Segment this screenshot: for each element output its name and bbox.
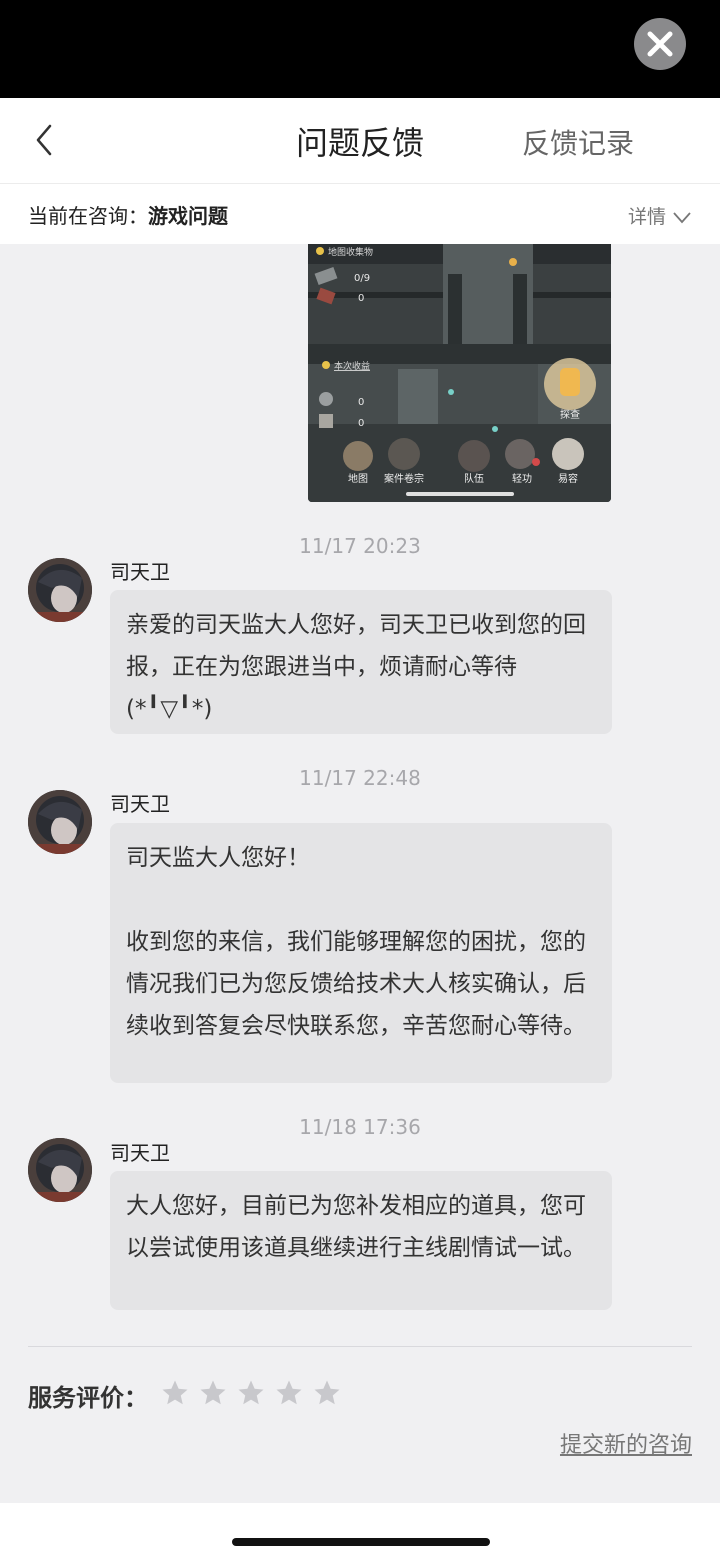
sender-name: 司天卫 — [110, 792, 170, 816]
game-screenshot-image: 地图收集物 0/9 0 本次收益 0 0 探查 地图 案件卷宗 队伍 轻功 易容 — [308, 244, 611, 502]
chevron-left-icon — [36, 124, 52, 156]
avatar[interactable] — [28, 1138, 92, 1202]
agent-avatar-icon — [28, 558, 92, 622]
divider — [28, 1346, 692, 1347]
hud-count-a: 0/9 — [354, 273, 370, 284]
agent-avatar-icon — [28, 1138, 92, 1202]
feedback-history-link[interactable]: 反馈记录 — [522, 122, 634, 162]
hud-investigate: 探查 — [560, 408, 580, 421]
hud-map: 地图 — [348, 472, 368, 485]
message-timestamp: 11/18 17:36 — [299, 1115, 421, 1139]
star-icon[interactable] — [312, 1378, 342, 1408]
chevron-down-icon — [673, 211, 691, 223]
avatar[interactable] — [28, 558, 92, 622]
message-timestamp: 11/17 22:48 — [299, 766, 421, 790]
message-text: 亲爱的司天监大人您好，司天卫已收到您的回报，正在为您跟进当中，烦请耐心等待(*╹… — [126, 612, 586, 722]
hud-count-d: 0 — [358, 418, 364, 429]
star-icon[interactable] — [236, 1378, 266, 1408]
star-icon[interactable] — [160, 1378, 190, 1408]
bottom-safe-area — [0, 1503, 720, 1561]
message-text: 大人您好，目前已为您补发相应的道具，您可以尝试使用该道具继续进行主线剧情试一试。 — [126, 1193, 586, 1261]
submit-new-consult-link[interactable]: 提交新的咨询 — [560, 1427, 692, 1459]
message-text: 收到您的来信，我们能够理解您的困扰，您的情况我们已为您反馈给技术大人核实确认，后… — [126, 929, 586, 1039]
message-timestamp: 11/17 20:23 — [299, 534, 421, 558]
sender-name: 司天卫 — [110, 1141, 170, 1165]
hud-case-files: 案件卷宗 — [384, 472, 424, 485]
close-icon — [647, 31, 673, 57]
close-button[interactable] — [634, 18, 686, 70]
message-bubble: 司天监大人您好！ 收到您的来信，我们能够理解您的困扰，您的情况我们已为您反馈给技… — [110, 823, 612, 1083]
star-icon[interactable] — [198, 1378, 228, 1408]
avatar[interactable] — [28, 790, 92, 854]
hud-team: 队伍 — [464, 472, 484, 485]
detail-toggle[interactable]: 详情 — [628, 202, 692, 229]
consult-prefix: 当前在咨询： — [28, 204, 148, 228]
attached-screenshot[interactable]: 地图收集物 0/9 0 本次收益 0 0 探查 地图 案件卷宗 队伍 轻功 易容 — [308, 244, 611, 502]
agent-avatar-icon — [28, 790, 92, 854]
consult-bar: 当前在咨询：游戏问题 详情 — [0, 184, 720, 244]
consult-topic: 游戏问题 — [148, 204, 228, 228]
hud-income-title: 本次收益 — [334, 360, 370, 372]
back-button[interactable] — [30, 122, 60, 158]
star-rating[interactable] — [160, 1378, 345, 1412]
hud-count-c: 0 — [358, 397, 364, 408]
hud-count-b: 0 — [358, 293, 364, 304]
hud-lightness-skill: 轻功 — [512, 472, 532, 485]
hud-collect-title: 地图收集物 — [328, 246, 373, 258]
home-indicator[interactable] — [232, 1538, 490, 1546]
detail-label: 详情 — [627, 206, 666, 228]
sender-name: 司天卫 — [110, 560, 170, 584]
rating-label: 服务评价： — [28, 1384, 148, 1412]
status-bar — [0, 0, 720, 98]
message-bubble: 大人您好，目前已为您补发相应的道具，您可以尝试使用该道具继续进行主线剧情试一试。 — [110, 1171, 612, 1310]
hud-disguise: 易容 — [558, 472, 578, 485]
message-text: 司天监大人您好！ — [126, 845, 310, 871]
message-bubble: 亲爱的司天监大人您好，司天卫已收到您的回报，正在为您跟进当中，烦请耐心等待(*╹… — [110, 590, 612, 734]
consult-label: 当前在咨询：游戏问题 — [28, 200, 228, 229]
star-icon[interactable] — [274, 1378, 304, 1408]
nav-bar: 问题反馈 反馈记录 — [0, 98, 720, 184]
